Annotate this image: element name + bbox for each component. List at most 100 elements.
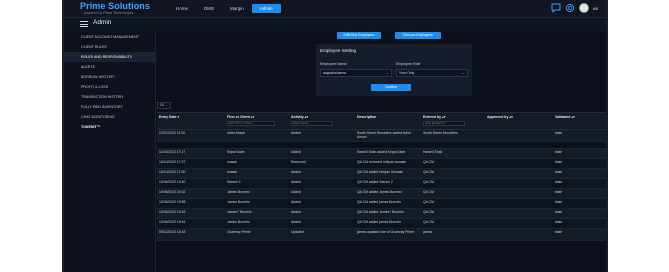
table-row[interactable]: 10/10/2022 17:07 masair Removed QA CM re… xyxy=(157,159,606,169)
activity-filter-input[interactable]: Enter Activity... xyxy=(291,121,333,126)
cell-date: 11/10/2022 17:17 xyxy=(159,150,186,154)
brand-logo[interactable]: Prime Solutions xyxy=(80,1,150,11)
nav-admin[interactable]: Admin xyxy=(251,4,281,13)
brand-tagline: powered by Prime Technologies xyxy=(84,11,134,15)
cell-date: 10/05/2022 20:02 xyxy=(159,190,186,194)
employee-name-label: Employee Name xyxy=(320,62,347,66)
top-navbar: Prime Solutions powered by Prime Technol… xyxy=(64,0,606,18)
user-initials[interactable]: AB xyxy=(593,6,598,11)
menu-icon[interactable] xyxy=(80,21,88,27)
col-approved-by[interactable]: Approved by ▴▾ xyxy=(487,115,513,119)
remove-employees-button[interactable]: Remove Employees xyxy=(395,32,441,39)
sidebar-item-client-account-management[interactable]: Client Account Management xyxy=(64,32,155,42)
cell-entered-by: QA CM xyxy=(423,180,434,184)
sidebar-item-transaction-history[interactable]: Transaction History xyxy=(64,92,155,102)
support-icon[interactable] xyxy=(565,3,575,13)
sidebar-item-alerts[interactable]: Alerts xyxy=(64,62,155,72)
table-row[interactable]: 11/10/2022 17:17 Kirpal Dave Added Harsh… xyxy=(157,149,606,159)
cell-firm: James Burnelo xyxy=(227,220,250,224)
cell-entered-by: Harshil Shah xyxy=(423,150,443,154)
employee-setting-panel: Employee Setting Employee Name Employee … xyxy=(316,44,472,96)
cell-description: QA CM added James7 Burnelo xyxy=(357,210,404,214)
sidebar-item-client-rules[interactable]: Client Rules xyxy=(64,42,155,52)
chat-icon[interactable] xyxy=(551,3,561,14)
table-row[interactable]: 10/05/2022 19:53 James7 Burnelo Added QA… xyxy=(157,209,606,219)
entered-by-filter-input[interactable]: Enter Entered by... xyxy=(423,121,465,126)
cell-date: 10/10/2022 17:00 xyxy=(159,170,186,174)
row-spacer xyxy=(157,142,606,149)
cell-firm: Ocamray Prime xyxy=(227,230,251,234)
cell-entered-by: QA CM xyxy=(423,190,434,194)
cell-date: 09/12/2022 15:43 xyxy=(159,230,186,234)
table-row[interactable]: 12/07/2022 11:00 Adim Ansari Added South… xyxy=(157,130,606,142)
sidebar-item-profit-loss[interactable]: Profit & Loss xyxy=(64,82,155,92)
firm-filter-input[interactable]: Enter Firm or Client... xyxy=(227,121,275,126)
cell-firm: James7 Burnelo xyxy=(227,210,252,214)
cell-description: QA CM added James Burnelo xyxy=(357,190,402,194)
cell-firm: James Burnelo xyxy=(227,190,250,194)
cell-activity: Added xyxy=(291,180,301,184)
chevron-down-icon: ⌄ xyxy=(385,70,389,75)
employee-role-label: Employee Role xyxy=(396,62,421,66)
employee-name-select[interactable]: aappsfssharma ⌄ xyxy=(320,69,392,77)
cell-activity: Added xyxy=(291,170,301,174)
sidebar-item-roles-and-responsibility[interactable]: Roles and Responsibility xyxy=(64,52,155,62)
cell-description: QA CM removed imtiyaz hussain xyxy=(357,160,407,164)
cell-description: james updated role of Ocamray Prime xyxy=(357,230,415,234)
cell-activity: Removed xyxy=(291,160,306,164)
table-row[interactable]: 10/10/2022 17:00 masair Added QA CM adde… xyxy=(157,169,606,179)
sidebar-item-fully-paid-inventory[interactable]: Fully Paid Inventory xyxy=(64,102,155,112)
main-content: Edit/View Employees Remove Employees Emp… xyxy=(157,32,606,272)
cell-activity: Added xyxy=(291,150,301,154)
employee-role-select[interactable]: View Only ⌄ xyxy=(396,69,468,77)
main-nav: Home DMS Margin Admin xyxy=(168,4,281,13)
activity-table: Entry Date ▾ Firm or Client ▴▾ Activity … xyxy=(157,112,606,241)
cell-activity: Added xyxy=(291,200,301,204)
cell-firm: masair xyxy=(227,170,238,174)
cell-validated: false xyxy=(555,220,563,224)
table-row[interactable]: 10/05/2022 19:51 James Burnelo Added QA … xyxy=(157,219,606,229)
sidebar-item-borrow-history[interactable]: Borrow History xyxy=(64,72,155,82)
table-row[interactable]: 10/05/2022 20:02 James Burnelo Added QA … xyxy=(157,189,606,199)
cell-firm: Kirpal Dave xyxy=(227,150,245,154)
avatar[interactable] xyxy=(578,3,589,13)
cell-entered-by: QA CM xyxy=(423,170,434,174)
table-row[interactable]: 09/12/2022 15:43 Ocamray Prime Updated j… xyxy=(157,229,606,241)
employee-name-value: aappsfssharma xyxy=(323,71,347,75)
cell-validated: false xyxy=(555,200,563,204)
table-row[interactable]: 10/06/2022 13:40 Sairam 2 Added QA CM ad… xyxy=(157,179,606,189)
col-validated[interactable]: Validated ▴▾ xyxy=(555,115,575,119)
page-size-select[interactable]: 10 ⌄ xyxy=(157,102,171,109)
cell-description: QA CM added Sairam 2 xyxy=(357,180,393,184)
table-header: Entry Date ▾ Firm or Client ▴▾ Activity … xyxy=(157,112,606,130)
nav-margin[interactable]: Margin xyxy=(222,4,252,13)
cell-validated: false xyxy=(555,210,563,214)
nav-dms[interactable]: DMS xyxy=(196,4,222,13)
device-bezel-right xyxy=(606,0,608,272)
table-row[interactable]: 10/05/2022 19:59 James Burnelo Added QA … xyxy=(157,199,606,209)
cell-validated: false xyxy=(555,170,563,174)
sidebar-item-tokenit[interactable]: TOKENIT™ xyxy=(64,122,155,132)
cell-firm: James Burnelo xyxy=(227,200,250,204)
cell-entered-by: QA CM xyxy=(423,160,434,164)
cell-entered-by: South Street Securities xyxy=(423,131,458,135)
col-entry-date[interactable]: Entry Date ▾ xyxy=(159,115,179,119)
nav-home[interactable]: Home xyxy=(168,4,196,13)
cell-validated: false xyxy=(555,131,563,135)
cell-activity: Updated xyxy=(291,230,304,234)
col-entered-by[interactable]: Entered by ▴▾ xyxy=(423,115,446,119)
cell-entered-by: james xyxy=(423,230,433,234)
col-firm-or-client[interactable]: Firm or Client ▴▾ xyxy=(227,115,254,119)
cell-date: 10/05/2022 19:59 xyxy=(159,200,186,204)
cell-activity: Added xyxy=(291,220,301,224)
confirm-button[interactable]: Confirm xyxy=(371,84,411,91)
cell-activity: Added xyxy=(291,190,301,194)
cell-description: QA CM added james Burnelo xyxy=(357,220,401,224)
cell-description: South Street Securities added Adim Ansar… xyxy=(357,131,411,139)
cell-entered-by: QA CM xyxy=(423,220,434,224)
cell-firm: masair xyxy=(227,160,238,164)
edit-view-employees-button[interactable]: Edit/View Employees xyxy=(337,32,381,39)
col-activity[interactable]: Activity ▴▾ xyxy=(291,115,308,119)
cell-description: QA CM added james Burnelo xyxy=(357,200,401,204)
sidebar-item-chat-monitoring[interactable]: Chat Monitoring xyxy=(64,112,155,122)
